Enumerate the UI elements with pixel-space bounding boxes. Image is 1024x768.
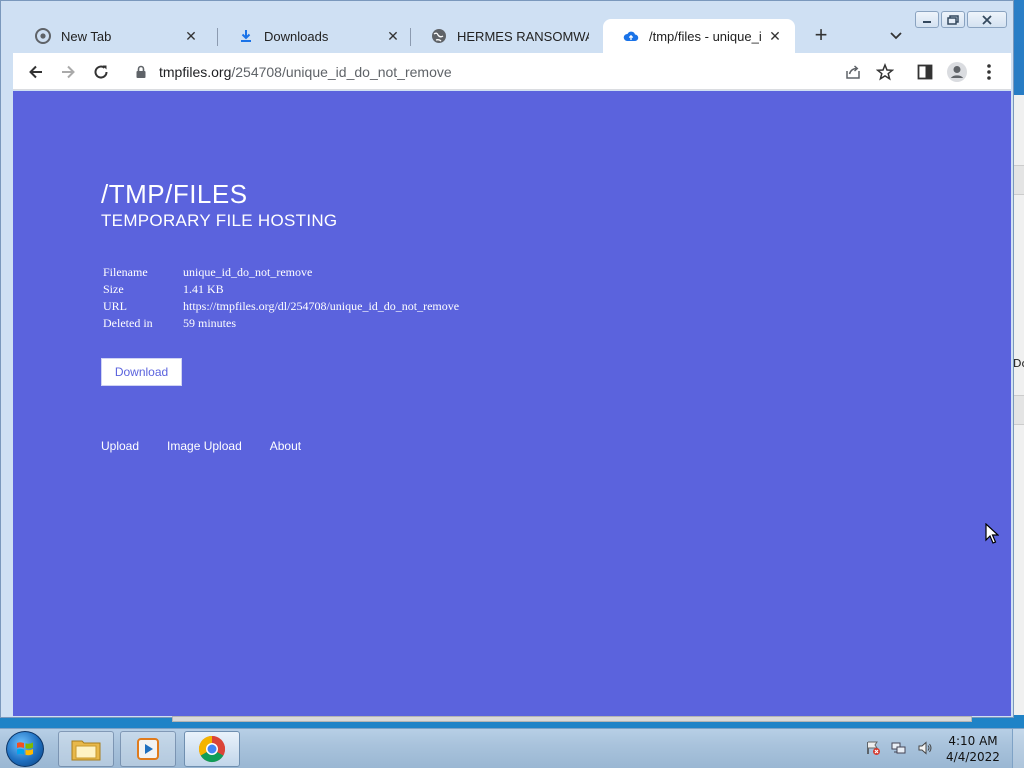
url-path: /254708/unique_id_do_not_remove bbox=[231, 63, 452, 80]
page-content: /TMP/FILES TEMPORARY FILE HOSTING Filena… bbox=[13, 91, 1011, 716]
avatar-icon bbox=[947, 62, 967, 82]
show-desktop-button[interactable] bbox=[1012, 729, 1024, 768]
media-player-icon bbox=[137, 738, 159, 760]
forward-button[interactable] bbox=[55, 59, 81, 85]
system-clock[interactable]: 4:10 AM 4/4/2022 bbox=[940, 733, 1006, 765]
back-button[interactable] bbox=[23, 59, 49, 85]
profile-button[interactable] bbox=[944, 59, 970, 85]
bookmark-button[interactable] bbox=[872, 59, 898, 85]
network-icon[interactable] bbox=[890, 739, 908, 757]
page-title: /TMP/FILES bbox=[101, 179, 248, 209]
tab-title: HERMES RANSOMWARE bbox=[457, 28, 589, 44]
side-panel-button[interactable] bbox=[912, 59, 938, 85]
nav-link-about[interactable]: About bbox=[270, 439, 301, 453]
system-tray bbox=[864, 739, 934, 757]
cloud-upload-icon bbox=[623, 28, 639, 44]
taskbar: 4:10 AM 4/4/2022 bbox=[0, 728, 1024, 768]
info-key: URL bbox=[103, 299, 127, 313]
reload-button[interactable] bbox=[88, 59, 114, 85]
background-window-label: Do bbox=[1013, 357, 1024, 370]
download-button[interactable]: Download bbox=[101, 358, 182, 386]
chrome-icon bbox=[198, 735, 226, 763]
background-scrollbar[interactable] bbox=[172, 716, 972, 722]
arrow-left-icon bbox=[29, 65, 42, 79]
tab-close-button[interactable]: ✕ bbox=[767, 28, 783, 45]
tab-title: New Tab bbox=[61, 28, 112, 44]
nav-link-upload[interactable]: Upload bbox=[101, 439, 139, 453]
nav-link-image-upload[interactable]: Image Upload bbox=[167, 439, 242, 453]
globe-icon bbox=[431, 28, 447, 44]
chevron-down-icon bbox=[890, 32, 902, 40]
tab-close-button[interactable]: ✕ bbox=[385, 28, 401, 45]
table-row: Size 1.41 KB bbox=[101, 281, 461, 298]
download-icon bbox=[238, 28, 254, 44]
tab-hermes-ransomware[interactable]: HERMES RANSOMWARE bbox=[411, 19, 601, 53]
action-center-icon[interactable] bbox=[864, 739, 882, 757]
side-panel-icon bbox=[917, 64, 933, 80]
table-row: Filename unique_id_do_not_remove bbox=[101, 264, 461, 281]
start-button[interactable] bbox=[6, 731, 44, 767]
info-value: 1.41 KB bbox=[183, 282, 224, 296]
tab-close-button[interactable]: ✕ bbox=[183, 28, 199, 45]
tab-strip: New Tab ✕ Downloads ✕ HERMES RANSOMWARE … bbox=[13, 19, 1003, 53]
info-value: 59 minutes bbox=[183, 316, 236, 330]
tab-new-tab[interactable]: New Tab ✕ bbox=[15, 19, 211, 53]
footer-nav: Upload Image Upload About bbox=[101, 439, 301, 453]
kebab-menu-icon bbox=[987, 64, 991, 80]
file-info-table: Filename unique_id_do_not_remove Size 1.… bbox=[101, 264, 461, 332]
url-host: tmpfiles.org bbox=[159, 63, 232, 80]
volume-icon[interactable] bbox=[916, 739, 934, 757]
info-key: Filename bbox=[103, 265, 148, 279]
taskbar-media-player[interactable] bbox=[120, 731, 176, 767]
star-icon bbox=[876, 63, 894, 81]
taskbar-explorer[interactable] bbox=[58, 731, 114, 767]
share-button[interactable] bbox=[840, 59, 866, 85]
info-key: Size bbox=[103, 282, 124, 296]
share-icon bbox=[846, 65, 860, 79]
reload-icon bbox=[94, 65, 108, 79]
page-subtitle: TEMPORARY FILE HOSTING bbox=[101, 211, 338, 230]
info-value: unique_id_do_not_remove bbox=[183, 265, 313, 279]
arrow-right-icon bbox=[62, 65, 75, 79]
lock-icon[interactable] bbox=[135, 65, 147, 79]
taskbar-chrome[interactable] bbox=[184, 731, 240, 767]
clock-time: 4:10 AM bbox=[948, 734, 998, 748]
tab-title: Downloads bbox=[264, 28, 329, 44]
table-row: URL https://tmpfiles.org/dl/254708/uniqu… bbox=[101, 298, 461, 315]
tab-tmpfiles[interactable]: /tmp/files - unique_id_do_not_remove ✕ bbox=[603, 19, 795, 53]
tab-downloads[interactable]: Downloads ✕ bbox=[218, 19, 413, 53]
folder-icon bbox=[71, 740, 101, 761]
browser-toolbar: tmpfiles.org/254708/unique_id_do_not_rem… bbox=[13, 53, 1011, 90]
clock-date: 4/4/2022 bbox=[946, 750, 1000, 764]
tab-search-button[interactable] bbox=[885, 25, 907, 47]
windows-logo-icon bbox=[17, 742, 33, 756]
new-tab-button[interactable]: + bbox=[808, 23, 834, 49]
info-key: Deleted in bbox=[103, 316, 153, 330]
address-bar[interactable]: tmpfiles.org/254708/unique_id_do_not_rem… bbox=[125, 57, 915, 86]
chrome-icon bbox=[35, 28, 51, 44]
browser-window: New Tab ✕ Downloads ✕ HERMES RANSOMWARE … bbox=[0, 0, 1014, 718]
table-row: Deleted in 59 minutes bbox=[101, 315, 461, 332]
mouse-cursor-icon bbox=[985, 523, 999, 544]
tab-title: /tmp/files - unique_id_do_not_remove bbox=[649, 28, 761, 44]
menu-button[interactable] bbox=[976, 59, 1002, 85]
info-value[interactable]: https://tmpfiles.org/dl/254708/unique_id… bbox=[181, 298, 461, 315]
